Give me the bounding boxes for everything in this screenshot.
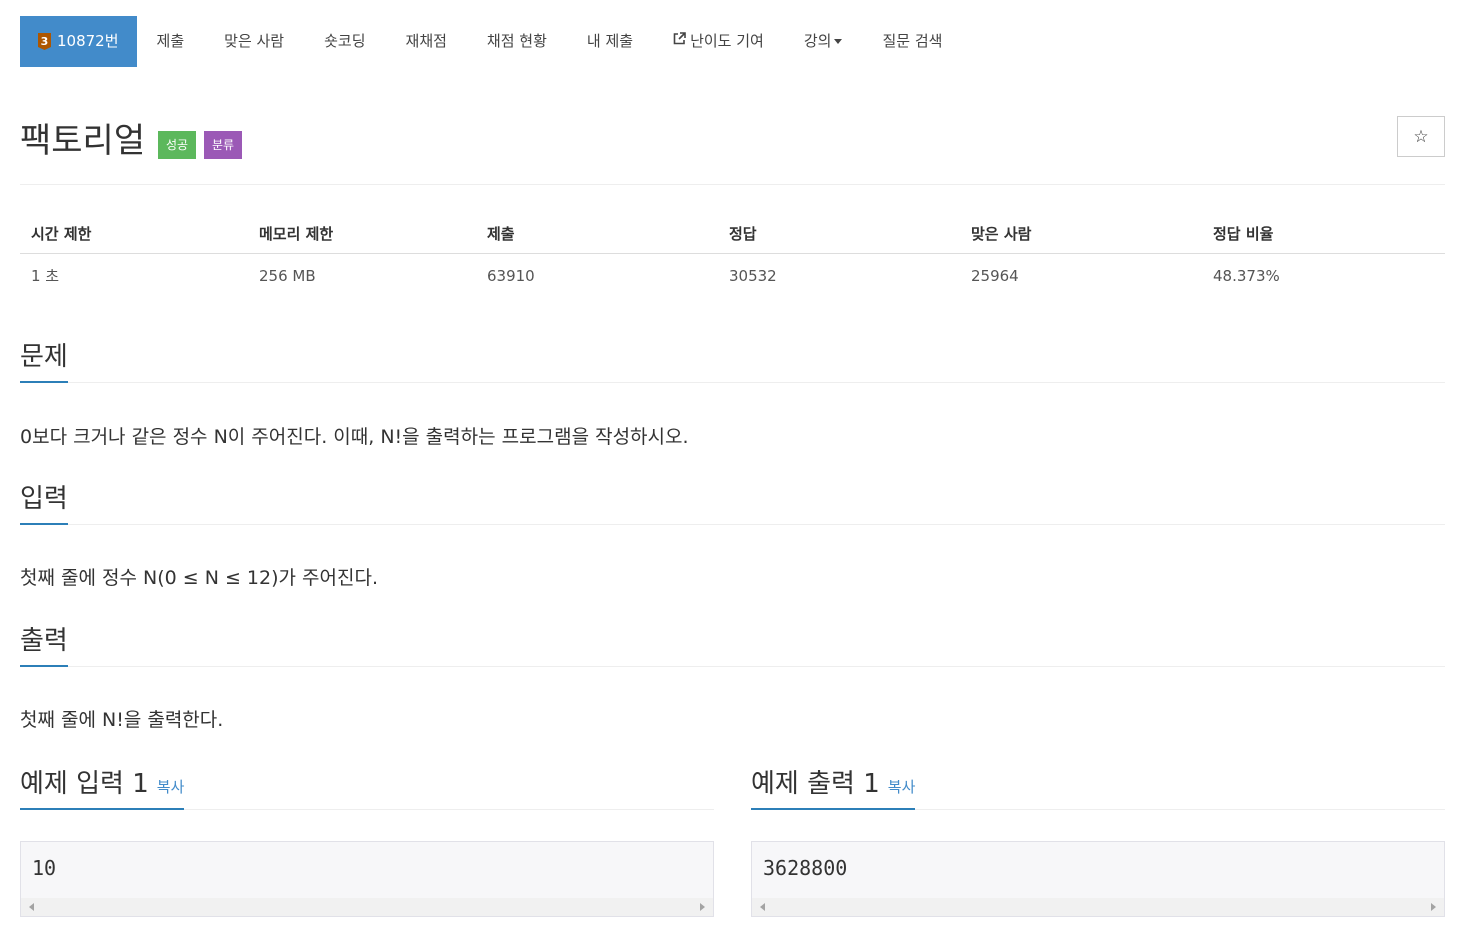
category-badge[interactable]: 분류 xyxy=(204,131,243,159)
sample-output-title: 예제 출력 1 xyxy=(751,769,880,799)
problem-title-row: 팩토리얼 성공 분류 ☆ xyxy=(20,67,1445,185)
output-text: 첫째 줄에 N!을 출력한다. xyxy=(20,709,224,731)
input-text: 첫째 줄에 정수 N(0 ≤ N ≤ 12)가 주어진다. xyxy=(20,567,378,589)
table-header-row: 시간 제한 메모리 제한 제출 정답 맞은 사람 정답 비율 xyxy=(20,214,1445,254)
sample-output-code: 3628800 xyxy=(763,856,848,880)
sample-output-heading-row: 예제 출력 1 복사 xyxy=(751,763,1445,810)
header-time-limit: 시간 제한 xyxy=(31,225,92,243)
copy-input-link[interactable]: 복사 xyxy=(157,778,185,796)
tab-problem-label: 10872번 xyxy=(57,32,119,50)
scroll-left-icon[interactable] xyxy=(760,903,765,911)
sample-input-heading: 예제 입력 1 복사 xyxy=(20,763,185,810)
tab-status-label: 채점 현황 xyxy=(486,32,547,50)
value-accepted: 30532 xyxy=(729,266,777,285)
tab-lectures-dropdown[interactable]: 강의 xyxy=(784,16,863,67)
tab-accepted-users[interactable]: 맞은 사람 xyxy=(204,16,304,67)
value-memory-limit: 256 MB xyxy=(259,266,316,285)
tab-difficulty-contribution-label: 난이도 기여 xyxy=(690,32,764,50)
description-text: 0보다 크거나 같은 정수 N이 주어진다. 이때, N!을 출력하는 프로그램… xyxy=(20,426,689,448)
problem-title: 팩토리얼 xyxy=(20,121,146,161)
sample-output-heading: 예제 출력 1 복사 xyxy=(751,763,916,810)
input-heading: 입력 xyxy=(20,478,68,525)
scroll-right-icon[interactable] xyxy=(1431,903,1436,911)
copy-output-link[interactable]: 복사 xyxy=(888,778,916,796)
tab-short-coding[interactable]: 숏코딩 xyxy=(304,16,385,67)
input-heading-row: 입력 xyxy=(20,478,1445,525)
tab-rejudge-label: 재채점 xyxy=(405,32,447,50)
header-accepted-users: 맞은 사람 xyxy=(971,225,1032,243)
tab-my-submissions[interactable]: 내 제출 xyxy=(567,16,653,67)
solved-badge: 성공 xyxy=(158,131,197,159)
tab-question-search-label: 질문 검색 xyxy=(882,32,943,50)
value-submissions: 63910 xyxy=(487,266,535,285)
tab-short-coding-label: 숏코딩 xyxy=(324,32,366,50)
output-heading-row: 출력 xyxy=(20,620,1445,667)
horizontal-scrollbar[interactable] xyxy=(21,898,713,916)
scroll-right-icon[interactable] xyxy=(700,903,705,911)
header-memory-limit: 메모리 제한 xyxy=(259,225,334,243)
description-heading: 문제 xyxy=(20,336,68,383)
tab-my-submissions-label: 내 제출 xyxy=(586,32,634,50)
sample-input-title: 예제 입력 1 xyxy=(20,769,149,799)
output-heading: 출력 xyxy=(20,620,68,667)
tab-lectures-label: 강의 xyxy=(803,32,832,50)
star-icon: ☆ xyxy=(1413,126,1429,147)
tab-rejudge[interactable]: 재채점 xyxy=(386,16,467,67)
page: 3 10872번 제출 맞은 사람 숏코딩 재채점 채점 현황 내 제출 난이도… xyxy=(20,16,1445,917)
tab-submit[interactable]: 제출 xyxy=(137,16,205,67)
sample-input-code: 10 xyxy=(32,856,57,880)
tab-problem[interactable]: 3 10872번 xyxy=(20,16,137,67)
table-row: 1 초 256 MB 63910 30532 25964 48.373% xyxy=(20,254,1445,297)
value-accept-ratio: 48.373% xyxy=(1213,266,1280,285)
tier-badge-icon: 3 xyxy=(38,33,51,50)
problem-info-table: 시간 제한 메모리 제한 제출 정답 맞은 사람 정답 비율 1 초 256 M… xyxy=(20,214,1445,297)
problem-menu: 3 10872번 제출 맞은 사람 숏코딩 재채점 채점 현황 내 제출 난이도… xyxy=(20,16,1445,67)
sample-input-heading-row: 예제 입력 1 복사 xyxy=(20,763,714,810)
value-accepted-users: 25964 xyxy=(971,266,1019,285)
tab-question-search[interactable]: 질문 검색 xyxy=(862,16,962,67)
header-accept-ratio: 정답 비율 xyxy=(1213,225,1274,243)
scroll-left-icon[interactable] xyxy=(29,903,34,911)
external-link-icon xyxy=(673,16,686,67)
tab-accepted-users-label: 맞은 사람 xyxy=(224,32,285,50)
description-heading-row: 문제 xyxy=(20,336,1445,383)
caret-down-icon xyxy=(834,39,843,44)
value-time-limit: 1 초 xyxy=(31,267,60,285)
sample-output-box[interactable]: 3628800 xyxy=(751,841,1445,917)
header-accepted: 정답 xyxy=(729,225,757,243)
tab-status[interactable]: 채점 현황 xyxy=(467,16,567,67)
tab-submit-label: 제출 xyxy=(156,32,185,50)
header-submissions: 제출 xyxy=(487,225,515,243)
horizontal-scrollbar[interactable] xyxy=(752,898,1444,916)
tab-difficulty-contribution[interactable]: 난이도 기여 xyxy=(653,16,784,67)
star-button[interactable]: ☆ xyxy=(1397,116,1445,157)
sample-input-box[interactable]: 10 xyxy=(20,841,714,917)
